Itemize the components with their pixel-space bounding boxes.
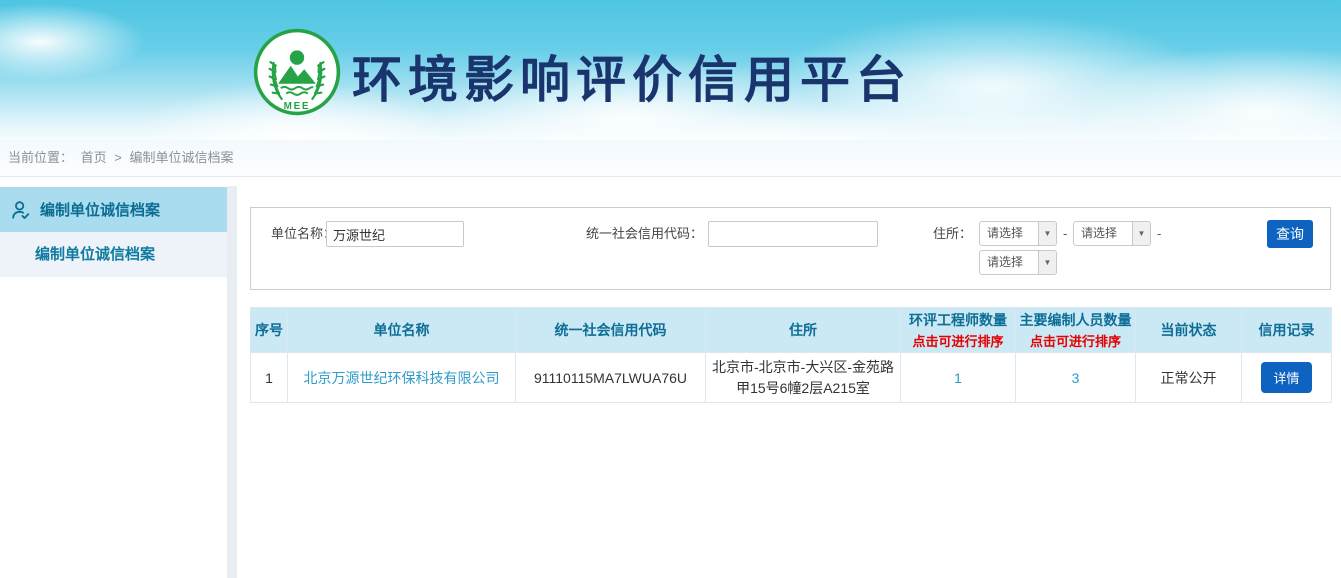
staff-count-link[interactable]: 3 — [1072, 370, 1080, 386]
district-select[interactable]: 请选择 ▼ — [979, 250, 1057, 275]
chevron-down-icon[interactable]: ▼ — [1038, 251, 1056, 274]
address-label: 住所： — [933, 221, 972, 247]
address-line-1: 北京市-北京市-大兴区-金苑路 — [706, 357, 900, 377]
breadcrumb: 当前位置： 首页 > 编制单位诚信档案 — [0, 140, 1341, 177]
page: MEE 环境影响评价信用平台 当前位置： 首页 > 编制单位诚信档案 编制单位诚… — [0, 0, 1341, 578]
province-select[interactable]: 请选择 ▼ — [979, 221, 1057, 246]
company-link[interactable]: 北京万源世纪环保科技有限公司 — [304, 370, 500, 386]
table-row: 1 北京万源世纪环保科技有限公司 91110115MA7LWUA76U 北京市-… — [251, 353, 1332, 403]
breadcrumb-current: 编制单位诚信档案 — [130, 150, 234, 165]
col-header-index: 序号 — [251, 308, 288, 353]
col-header-credit-record: 信用记录 — [1242, 308, 1332, 353]
col-header-engineers-sortable[interactable]: 环评工程师数量 点击可进行排序 — [901, 308, 1016, 353]
cell-address: 北京市-北京市-大兴区-金苑路 甲15号6幢2层A215室 — [706, 353, 901, 403]
cell-index: 1 — [251, 353, 288, 403]
detail-button[interactable]: 详情 — [1261, 362, 1311, 393]
city-select[interactable]: 请选择 ▼ — [1073, 221, 1151, 246]
search-panel: 单位名称： 统一社会信用代码： 住所： 请选择 ▼ - 请选择 ▼ - 请选择 … — [250, 207, 1331, 290]
col-header-staff-sortable[interactable]: 主要编制人员数量 点击可进行排序 — [1016, 308, 1136, 353]
sidebar-item-credit-archive[interactable]: 编制单位诚信档案 — [0, 232, 227, 277]
user-check-icon — [10, 199, 32, 221]
breadcrumb-home-link[interactable]: 首页 — [81, 150, 107, 165]
address-dash-2: - — [1157, 221, 1161, 247]
col-header-engineers-label: 环评工程师数量 — [903, 310, 1013, 330]
main-panel: 单位名称： 统一社会信用代码： 住所： 请选择 ▼ - 请选择 ▼ - 请选择 … — [237, 177, 1341, 578]
breadcrumb-prefix: 当前位置： — [8, 150, 73, 165]
sort-hint-engineers: 点击可进行排序 — [903, 331, 1013, 350]
company-name-input[interactable] — [326, 221, 464, 247]
chevron-down-icon[interactable]: ▼ — [1132, 222, 1150, 245]
credit-code-input[interactable] — [708, 221, 878, 247]
col-header-credit-code: 统一社会信用代码 — [516, 308, 706, 353]
address-dash-1: - — [1063, 221, 1067, 247]
site-title: 环境影响评价信用平台 — [352, 40, 912, 112]
table-header-row: 序号 单位名称 统一社会信用代码 住所 环评工程师数量 点击可进行排序 主要编制… — [251, 308, 1332, 353]
col-header-address: 住所 — [706, 308, 901, 353]
sidebar: 编制单位诚信档案 编制单位诚信档案 — [0, 177, 227, 578]
vertical-divider — [227, 186, 237, 578]
credit-code-label: 统一社会信用代码： — [586, 221, 703, 247]
col-header-staff-label: 主要编制人员数量 — [1018, 310, 1133, 330]
engineers-count-link[interactable]: 1 — [954, 370, 962, 386]
sort-hint-staff: 点击可进行排序 — [1018, 331, 1133, 350]
sidebar-group-label: 编制单位诚信档案 — [40, 199, 160, 220]
province-select-value: 请选择 — [980, 222, 1038, 245]
district-select-value: 请选择 — [980, 251, 1038, 274]
content-area: 编制单位诚信档案 编制单位诚信档案 单位名称： 统一社会信用代码： 住所： 请选… — [0, 177, 1341, 578]
cell-credit-code: 91110115MA7LWUA76U — [516, 353, 706, 403]
chevron-down-icon[interactable]: ▼ — [1038, 222, 1056, 245]
mee-logo-text: MEE — [284, 101, 311, 112]
site-header: MEE 环境影响评价信用平台 — [0, 0, 1341, 140]
address-line-2: 甲15号6幢2层A215室 — [706, 378, 900, 398]
breadcrumb-separator: > — [114, 150, 122, 165]
query-button[interactable]: 查询 — [1267, 220, 1313, 248]
city-select-value: 请选择 — [1074, 222, 1132, 245]
cell-status: 正常公开 — [1136, 353, 1242, 403]
col-header-status: 当前状态 — [1136, 308, 1242, 353]
results-table: 序号 单位名称 统一社会信用代码 住所 环评工程师数量 点击可进行排序 主要编制… — [250, 307, 1332, 403]
sidebar-item-credit-archive-group[interactable]: 编制单位诚信档案 — [0, 187, 227, 232]
col-header-company: 单位名称 — [288, 308, 516, 353]
mee-logo-icon: MEE — [252, 27, 342, 117]
